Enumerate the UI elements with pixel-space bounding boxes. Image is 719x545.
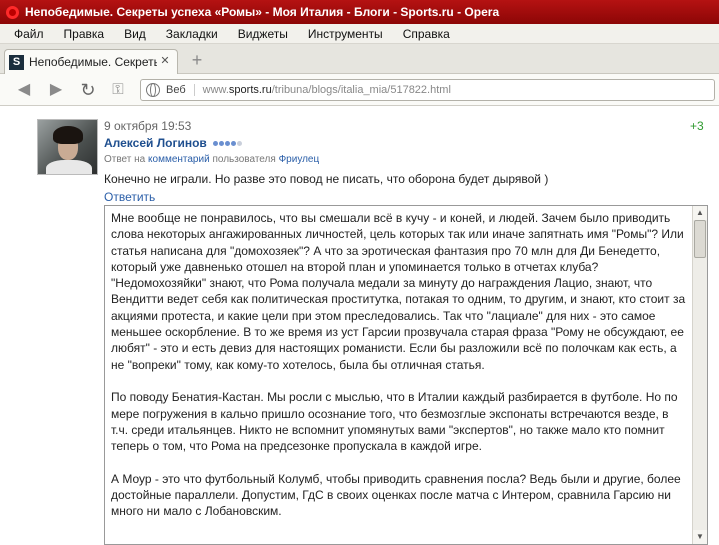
scroll-thumb[interactable]: [694, 220, 706, 258]
textarea-content[interactable]: Мне вообще не понравилось, что вы смешал…: [105, 206, 693, 536]
rank-dot-icon: [230, 140, 236, 146]
close-icon[interactable]: ✕: [159, 55, 171, 67]
comment-date: 9 октября 19:53: [104, 119, 192, 133]
tab-bar: S Непобедимые. Секреты... ✕ +: [0, 44, 719, 74]
window-title-bar: Непобедимые. Секреты успеха «Ромы» - Моя…: [0, 0, 719, 24]
textarea-scrollbar[interactable]: ▲ ▼: [692, 206, 707, 544]
author-name[interactable]: Алексей Логинов: [104, 136, 207, 150]
address-field[interactable]: Веб www.sports.ru/tribuna/blogs/italia_m…: [140, 79, 715, 101]
opera-logo-icon: [6, 5, 19, 19]
menu-edit[interactable]: Правка: [54, 27, 115, 41]
avatar[interactable]: [37, 119, 98, 175]
rank-dot-icon: [236, 140, 242, 146]
reply-link[interactable]: Ответить: [104, 190, 155, 204]
comment-rating: +3: [690, 119, 704, 133]
reply-textarea[interactable]: Мне вообще не понравилось, что вы смешал…: [104, 205, 708, 545]
textarea-paragraph: По поводу Бенатия-Кастан. Мы росли с мыс…: [111, 390, 678, 454]
key-icon[interactable]: ⚿: [108, 80, 128, 100]
new-tab-button[interactable]: +: [188, 51, 206, 70]
back-arrow-icon[interactable]: ◀: [14, 80, 34, 100]
scroll-up-icon[interactable]: ▲: [693, 206, 707, 220]
menu-bar: Файл Правка Вид Закладки Виджеты Инструм…: [0, 24, 719, 44]
reply-comment-link[interactable]: комментарий: [148, 154, 210, 165]
menu-view[interactable]: Вид: [114, 27, 156, 41]
tab-title: Непобедимые. Секреты...: [29, 55, 157, 69]
sports-favicon-icon: S: [9, 54, 24, 70]
comment-text: Конечно не играли. Но разве это повод не…: [104, 172, 549, 186]
menu-file[interactable]: Файл: [4, 27, 54, 41]
forward-arrow-icon[interactable]: ▶: [46, 80, 66, 100]
navigation-bar: ◀ ▶ ↻ ⚿ Веб www.sports.ru/tribuna/blogs/…: [0, 74, 719, 106]
window-title: Непобедимые. Секреты успеха «Ромы» - Моя…: [25, 5, 500, 19]
url-text[interactable]: www.sports.ru/tribuna/blogs/italia_mia/5…: [203, 84, 451, 96]
rank-dot-icon: [224, 140, 230, 146]
textarea-paragraph: Мне вообще не понравилось, что вы смешал…: [111, 211, 686, 372]
rank-dots: [212, 140, 242, 146]
reload-icon[interactable]: ↻: [78, 80, 98, 100]
comment-author[interactable]: Алексей Логинов: [104, 136, 242, 150]
rank-dot-icon: [212, 140, 218, 146]
tab-active[interactable]: S Непобедимые. Секреты... ✕: [4, 49, 178, 74]
menu-bookmarks[interactable]: Закладки: [156, 27, 228, 41]
page-content: 9 октября 19:53 +3 Алексей Логинов Ответ…: [0, 107, 719, 545]
scroll-down-icon[interactable]: ▼: [693, 530, 707, 544]
reply-user-link[interactable]: Фриулец: [279, 154, 320, 165]
textarea-paragraph: А Моур - это что футбольный Колумб, чтоб…: [111, 471, 681, 519]
menu-help[interactable]: Справка: [393, 27, 460, 41]
reply-to-info: Ответ на комментарий пользователя Фриуле…: [104, 154, 320, 165]
menu-widgets[interactable]: Виджеты: [228, 27, 298, 41]
rank-dot-icon: [218, 140, 224, 146]
site-label: Веб: [166, 84, 195, 96]
menu-tools[interactable]: Инструменты: [298, 27, 393, 41]
globe-icon: [146, 83, 160, 97]
